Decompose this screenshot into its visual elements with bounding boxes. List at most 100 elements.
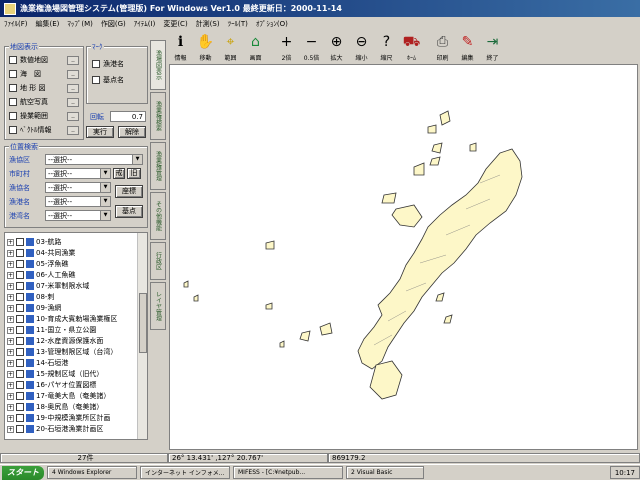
mark-item-port[interactable]: 漁港名 [92,59,124,69]
vtab-2[interactable]: 漁業権管理 [150,142,166,190]
expand-icon[interactable]: + [7,403,14,411]
vtab-5[interactable]: レイヤ管理 [150,282,166,330]
search-select-0[interactable]: --選択-- ▼ [45,154,143,165]
layer-item[interactable]: +03-航路 [5,237,61,247]
layer-item[interactable]: +06-人工魚礁 [5,270,75,280]
vtab-3[interactable]: その他機能 [150,192,166,240]
search-select-2[interactable]: --選択-- ▼ [45,182,111,193]
chevron-down-icon[interactable]: ▼ [132,155,142,164]
item-settings-button[interactable]: .. [67,112,79,121]
item-settings-button[interactable]: .. [67,84,79,93]
layer-list-scrollbar[interactable] [137,233,147,439]
toolbar-button-plus[interactable]: +2倍 [274,31,299,63]
menu-item-6[interactable]: 計測(S) [196,19,220,29]
search-select-1[interactable]: --選択-- ▼ [45,168,111,179]
expand-icon[interactable]: + [7,425,14,433]
checkbox[interactable] [9,70,17,78]
map-canvas[interactable] [169,64,638,450]
item-settings-button[interactable]: .. [67,70,79,79]
checkbox[interactable] [16,260,24,268]
menu-item-8[interactable]: ｵﾌﾟｼｮﾝ(O) [256,19,288,29]
taskbar-item-2[interactable]: MIFESS - [C:¥netpub... [233,466,343,479]
expand-icon[interactable]: + [7,271,14,279]
toolbar-button-home[interactable]: ⌂ 画面 [243,31,268,63]
map-display-item-0[interactable]: 数値地図 [9,55,48,65]
expand-icon[interactable]: + [7,260,14,268]
checkbox[interactable] [16,293,24,301]
taskbar-item-1[interactable]: インターネット インフォメ... [140,466,230,479]
checkbox[interactable] [16,425,24,433]
checkbox[interactable] [92,60,100,68]
checkbox[interactable] [9,126,17,134]
expand-icon[interactable]: + [7,315,14,323]
expand-icon[interactable]: + [7,249,14,257]
toolbar-button-zoom-in[interactable]: ⊕ 拡大 [324,31,349,63]
checkbox[interactable] [16,304,24,312]
layer-item[interactable]: +17-竜美大島（奄美諸） [5,391,110,401]
checkbox[interactable] [16,359,24,367]
checkbox[interactable] [16,337,24,345]
start-button[interactable]: スタート [2,465,44,480]
checkbox[interactable] [16,403,24,411]
window-titlebar[interactable]: 漁業権漁場図管理システム(管理版) For Windows Ver1.0 最終更… [0,0,640,17]
item-settings-button[interactable]: .. [67,98,79,107]
checkbox[interactable] [16,271,24,279]
search-select-3[interactable]: --選択-- ▼ [45,196,111,207]
vtab-0[interactable]: 漁場図表示 [150,40,166,90]
expand-icon[interactable]: + [7,326,14,334]
taskbar-item-0[interactable]: 4 Windows Explorer [47,466,137,479]
checkbox[interactable] [16,381,24,389]
layer-item[interactable]: +05-浮魚礁 [5,259,68,269]
layer-item[interactable]: +04-共同漁業 [5,248,75,258]
map-display-item-3[interactable]: 航空写真 [9,97,48,107]
checkbox[interactable] [9,112,17,120]
layer-item[interactable]: +19-中規模漁業所区計画 [5,413,110,423]
checkbox[interactable] [16,282,24,290]
checkbox[interactable] [16,249,24,257]
checkbox[interactable] [16,414,24,422]
vtab-1[interactable]: 漁業権検索 [150,92,166,140]
layer-item[interactable]: +15-規制区域（旧代） [5,369,103,379]
layer-item[interactable]: +09-漁網 [5,303,61,313]
layer-item[interactable]: +14-石垣港 [5,358,68,368]
expand-icon[interactable]: + [7,304,14,312]
layer-item[interactable]: +08-刺 [5,292,54,302]
layer-item[interactable]: +16-パヤオ位置図標 [5,380,96,390]
coord-button[interactable]: 座標 [115,185,143,198]
expand-icon[interactable]: + [7,282,14,290]
checkbox[interactable] [16,370,24,378]
expand-icon[interactable]: + [7,293,14,301]
toolbar-button-range[interactable]: ⌖ 範囲 [218,31,243,63]
toolbar-button-pen[interactable]: ✎ 編集 [455,31,480,63]
scrollbar-thumb[interactable] [139,293,147,353]
map-display-item-2[interactable]: 地 形 図 [9,83,45,93]
menu-item-4[interactable]: ｱｲﾃﾑ(I) [134,19,156,29]
expand-icon[interactable]: + [7,392,14,400]
search-select-4[interactable]: --選択-- ▼ [45,210,111,221]
checkbox[interactable] [16,238,24,246]
menu-item-2[interactable]: ﾏｯﾌﾟ(M) [67,19,93,29]
chevron-down-icon[interactable]: ▼ [100,169,110,178]
menu-item-0[interactable]: ﾌｧｲﾙ(F) [4,19,28,29]
checkbox[interactable] [16,348,24,356]
map-display-item-5[interactable]: ﾍﾞｸﾄﾙ情報 [9,125,52,135]
checkbox[interactable] [9,84,17,92]
item-settings-button[interactable]: .. [67,126,79,135]
layer-list[interactable]: +03-航路 +04-共同漁業 +05-浮魚礁 +06-人工魚礁 +07-米軍制限水域 +… [4,232,148,440]
expand-icon[interactable]: + [7,337,14,345]
toolbar-button-info[interactable]: i 情報 [168,31,193,63]
layer-item[interactable]: +20-石垣港漁業計画区 [5,424,103,434]
layer-item[interactable]: +18-奥尻島（奄美諸） [5,402,103,412]
toolbar-button-zoom-rect[interactable]: ? 縮尺 [374,31,399,63]
layer-item[interactable]: +10-育成大賓勅場漁業権区 [5,314,117,324]
chevron-down-icon[interactable]: ▼ [100,211,110,220]
menu-item-5[interactable]: 変更(C) [163,19,187,29]
toolbar-button-minus[interactable]: − 0.5倍 [299,31,324,63]
toolbar-button-hand[interactable]: ✋ 移動 [193,31,218,63]
chevron-down-icon[interactable]: ▼ [100,197,110,206]
menu-item-7[interactable]: ﾂｰﾙ(T) [228,19,248,29]
vtab-4[interactable]: 行政区 [150,242,166,280]
apply-button[interactable]: 実行 [86,126,114,138]
base-button[interactable]: 基点 [115,205,143,218]
layer-item[interactable]: +12-水産資源保護水面 [5,336,103,346]
